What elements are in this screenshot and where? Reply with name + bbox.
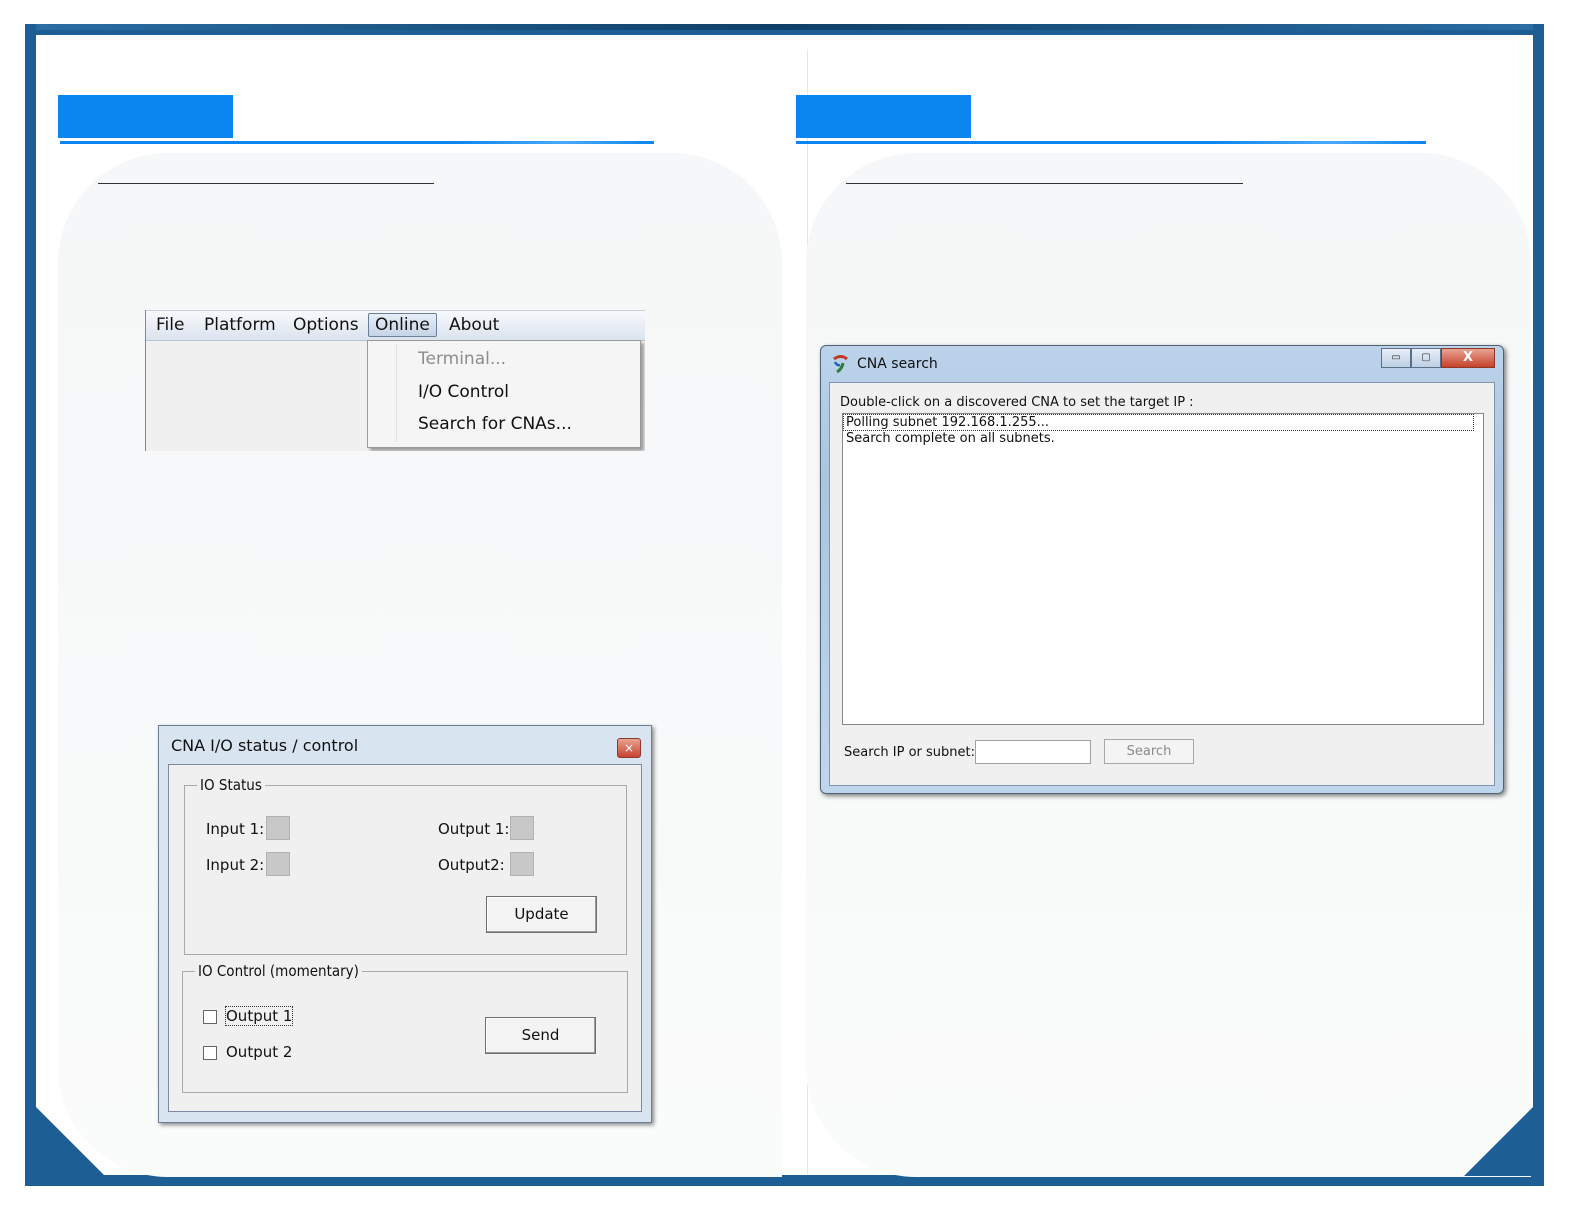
io-dialog-client: IO Status Input 1: Input 2: Output 1: Ou…	[168, 764, 642, 1112]
io-control-group: IO Control (momentary) Output 1 Output 2…	[182, 962, 628, 1093]
send-button[interactable]: Send	[485, 1017, 596, 1054]
right-section-underline	[796, 141, 1426, 144]
maximize-button[interactable]: ▢	[1411, 348, 1441, 368]
io-control-label: IO Control (momentary)	[195, 962, 362, 980]
left-heading-rule	[98, 183, 434, 184]
left-section-tab	[58, 95, 233, 138]
io-status-group: IO Status Input 1: Input 2: Output 1: Ou…	[184, 776, 627, 955]
output1-checkbox-label[interactable]: Output 1	[224, 1006, 294, 1026]
output2-indicator	[510, 852, 534, 876]
io-status-label: IO Status	[197, 776, 265, 794]
input2-label: Input 2:	[206, 856, 265, 874]
menu-platform[interactable]: Platform	[204, 315, 276, 335]
menu-online[interactable]: Online	[368, 313, 437, 337]
update-button[interactable]: Update	[486, 896, 597, 933]
right-heading-rule	[846, 183, 1243, 184]
search-ip-label: Search IP or subnet:	[844, 745, 976, 760]
minimize-button[interactable]: ▭	[1381, 348, 1411, 368]
search-ip-input[interactable]	[975, 740, 1091, 764]
menu-file[interactable]: File	[156, 315, 184, 335]
output2-checkbox[interactable]	[203, 1046, 217, 1060]
input2-indicator	[266, 852, 290, 876]
io-dialog: CNA I/O status / control × IO Status Inp…	[158, 725, 652, 1123]
io-dialog-title: CNA I/O status / control	[171, 736, 359, 755]
output2-label: Output2:	[438, 856, 505, 874]
app-logo-icon	[833, 355, 848, 374]
menubar: File Platform Options Online About	[146, 310, 645, 341]
frame-top-shade	[36, 24, 1533, 30]
menu-about[interactable]: About	[449, 315, 499, 335]
search-window-title: CNA search	[857, 356, 938, 372]
output1-indicator	[510, 816, 534, 840]
left-section-underline	[60, 141, 654, 144]
corner-decoration-right	[1464, 1106, 1534, 1176]
menu-item-io-control[interactable]: I/O Control	[418, 382, 509, 402]
menu-screenshot: File Platform Options Online About Termi…	[145, 310, 645, 451]
search-button[interactable]: Search	[1104, 739, 1194, 764]
input1-label: Input 1:	[206, 820, 265, 838]
cna-results-list[interactable]: Polling subnet 192.168.1.255... Search c…	[842, 413, 1484, 725]
search-instruction: Double-click on a discovered CNA to set …	[840, 395, 1194, 410]
output2-checkbox-label[interactable]: Output 2	[226, 1043, 292, 1061]
list-item[interactable]: Search complete on all subnets.	[844, 431, 1473, 446]
output1-checkbox[interactable]	[203, 1010, 217, 1024]
window-controls: ▭ ▢ X	[1381, 348, 1495, 370]
online-dropdown: Terminal... I/O Control Search for CNAs.…	[367, 340, 641, 448]
dropdown-gutter	[396, 344, 397, 442]
io-close-button[interactable]: ×	[617, 738, 641, 758]
close-button[interactable]: X	[1441, 348, 1495, 368]
page-frame: File Platform Options Online About Termi…	[25, 24, 1544, 1186]
menu-item-terminal: Terminal...	[418, 349, 507, 369]
menu-options[interactable]: Options	[293, 315, 359, 335]
menu-item-search-cnas[interactable]: Search for CNAs...	[418, 414, 572, 434]
right-section-tab	[796, 95, 971, 138]
input1-indicator	[266, 816, 290, 840]
output1-label: Output 1:	[438, 820, 510, 838]
cna-search-window: CNA search ▭ ▢ X Double-click on a disco…	[820, 345, 1504, 794]
list-item[interactable]: Polling subnet 192.168.1.255...	[843, 414, 1474, 431]
corner-decoration-left	[35, 1106, 105, 1176]
search-window-client: Double-click on a discovered CNA to set …	[829, 382, 1495, 786]
